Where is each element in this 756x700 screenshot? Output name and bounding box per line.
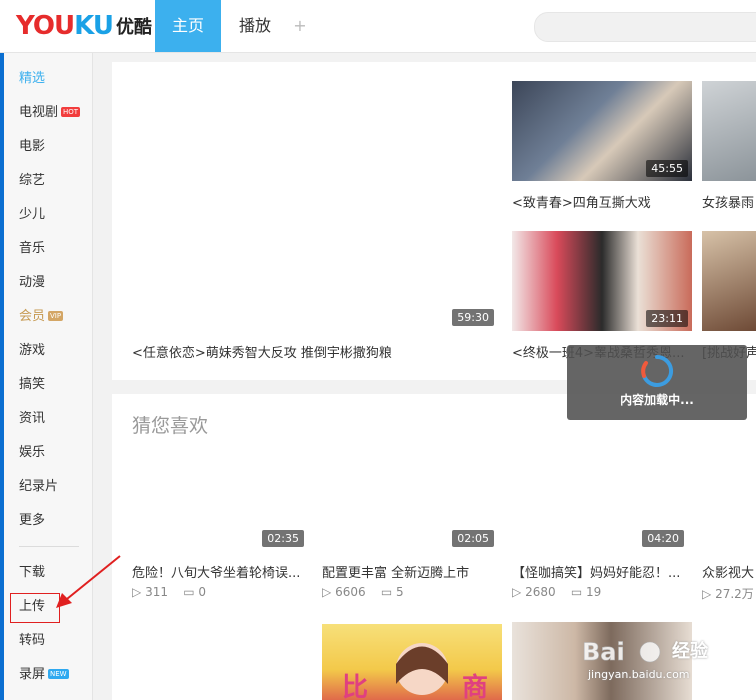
svg-text:商: 商 [462, 672, 488, 700]
video-thumbnail[interactable]: 45:55 [512, 81, 692, 181]
youku-logo[interactable]: YOUKU 优酷 [16, 10, 152, 42]
new-badge: NEW [48, 668, 69, 679]
sidebar-item-movies[interactable]: 电影 [19, 137, 45, 157]
video-stats: ▷ 2680 ▭ 19 [512, 585, 602, 599]
desktop-edge [0, 53, 4, 700]
video-thumbnail[interactable]: 比 商 [322, 624, 502, 700]
video-stats: ▷ 27.2万 [702, 587, 754, 601]
duration-label: 45:55 [646, 160, 688, 177]
logo-wordmark: YOUKU [16, 11, 114, 41]
video-thumbnail[interactable]: 04:20 [512, 452, 688, 551]
featured-main-title[interactable]: <任意依恋>萌妹秀智大反攻 推倒宇彬撒狗粮 [132, 342, 502, 361]
video-thumbnail[interactable] [702, 81, 756, 181]
sidebar-item-record[interactable]: 录屏 NEW [19, 665, 69, 685]
duration-label: 02:05 [452, 530, 494, 547]
svg-text:比: 比 [342, 673, 368, 700]
search-input[interactable] [534, 12, 756, 42]
sidebar-item-documentary[interactable]: 纪录片 [19, 477, 58, 497]
play-icon: ▷ [132, 585, 142, 599]
video-title[interactable]: 配置更丰富 全新迈腾上市 [322, 562, 502, 581]
sidebar-item-music[interactable]: 音乐 [19, 239, 45, 259]
video-title[interactable]: 【怪咖搞笑】妈妈好能忍！... [512, 562, 694, 581]
loading-overlay: 内容加载中... [567, 345, 747, 420]
sidebar-item-anime[interactable]: 动漫 [19, 273, 45, 293]
sidebar-item-transcode[interactable]: 转码 [19, 631, 45, 651]
play-icon: ▷ [702, 587, 712, 601]
featured-main-video[interactable]: 59:30 [132, 80, 498, 330]
loading-spinner-icon [641, 354, 674, 387]
play-icon: ▷ [322, 585, 332, 599]
sidebar-item-tv[interactable]: 电视剧 HOT [19, 103, 81, 123]
sidebar-item-download[interactable]: 下载 [19, 563, 45, 583]
add-tab-button[interactable]: + [288, 0, 312, 52]
thumbnail-art: 比 商 [342, 643, 488, 700]
section-title: 猜您喜欢 [132, 415, 209, 437]
sidebar-item-more[interactable]: 更多 [19, 511, 45, 531]
duration-label: 04:20 [642, 530, 684, 547]
duration-label: 59:30 [452, 309, 494, 326]
watermark-url: jingyan.baidu.com [588, 668, 690, 681]
tab-home[interactable]: 主页 [155, 0, 221, 52]
video-thumbnail[interactable]: 02:35 [132, 452, 308, 551]
baidu-watermark: Bai 经验 jingyan.baidu.com [578, 628, 718, 688]
sidebar-item-kids[interactable]: 少儿 [19, 205, 45, 225]
duration-label: 02:35 [262, 530, 304, 547]
sidebar-item-ent[interactable]: 娱乐 [19, 443, 45, 463]
red-arrow-annotation [56, 555, 121, 608]
sidebar-divider [19, 546, 79, 547]
video-stats: ▷ 311 ▭ 0 [132, 585, 207, 599]
comment-icon: ▭ [183, 585, 195, 599]
sidebar-item-games[interactable]: 游戏 [19, 341, 45, 361]
hot-badge: HOT [61, 106, 81, 117]
video-stats: ▷ 6606 ▭ 5 [322, 585, 404, 599]
watermark-sub: 经验 [672, 641, 708, 662]
video-title[interactable]: 众影视大 [702, 562, 756, 581]
video-title[interactable]: 女孩暴雨 [702, 192, 756, 211]
logo-cn-text: 优酷 [115, 17, 152, 38]
play-icon: ▷ [512, 585, 522, 599]
sidebar-item-featured[interactable]: 精选 [19, 69, 45, 89]
video-thumbnail[interactable]: 02:05 [322, 452, 498, 551]
sidebar-item-variety[interactable]: 综艺 [19, 171, 45, 191]
top-bar: YOUKU 优酷 主页 播放 + [0, 0, 756, 53]
sidebar-item-funny[interactable]: 搞笑 [19, 375, 45, 395]
sidebar-item-vip[interactable]: 会员 VIP [19, 307, 64, 327]
comment-icon: ▭ [380, 585, 393, 599]
vip-badge: VIP [48, 310, 64, 321]
video-title[interactable]: <致青春>四角互撕大戏 [512, 192, 694, 211]
sidebar-item-news[interactable]: 资讯 [19, 409, 45, 429]
video-thumbnail[interactable]: 23:11 [512, 231, 692, 331]
svg-text:Bai: Bai [582, 638, 625, 666]
duration-label: 23:11 [646, 310, 688, 327]
video-title[interactable]: 危险！八旬大爷坐着轮椅误... [132, 562, 312, 581]
video-thumbnail[interactable] [702, 231, 756, 331]
loading-text: 内容加载中... [620, 393, 694, 407]
comment-icon: ▭ [570, 585, 583, 599]
tab-play[interactable]: 播放 [222, 0, 288, 52]
